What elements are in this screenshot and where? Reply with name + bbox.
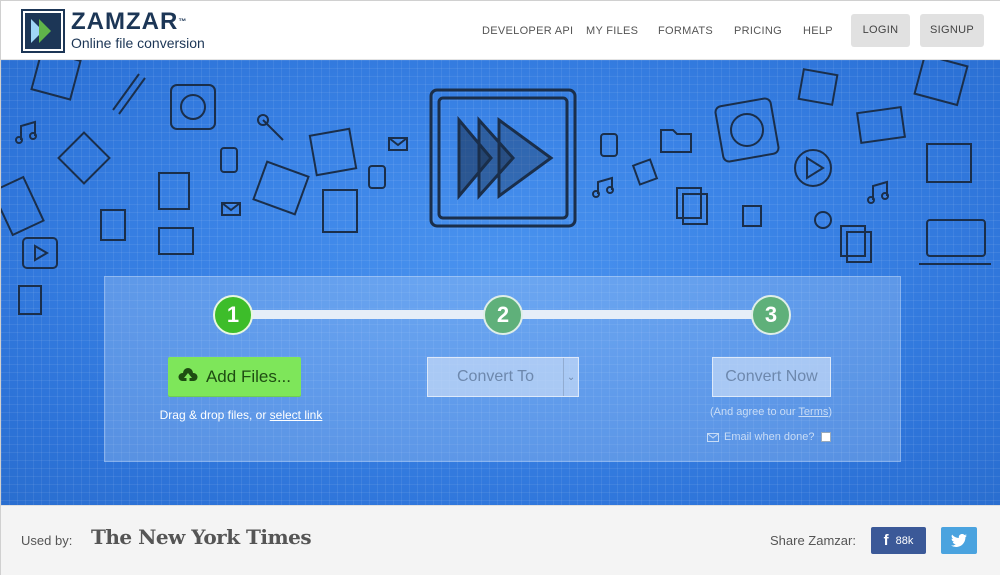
terms-link[interactable]: Terms <box>798 406 828 418</box>
nyt-logo: The New York Times <box>91 525 312 549</box>
email-when-done-checkbox[interactable] <box>820 432 831 442</box>
nav-help[interactable]: HELP <box>803 25 833 37</box>
copy-icon-right <box>676 187 708 225</box>
laptop-icon-right <box>919 219 991 265</box>
film-strip-icon <box>252 160 310 216</box>
copy-icon-right-2 <box>840 225 872 263</box>
facebook-icon: f <box>883 532 889 549</box>
wrench-icon <box>257 114 284 141</box>
footer: Used by: The New York Times Share Zamzar… <box>1 505 1000 575</box>
envelope-icon-left <box>388 137 408 151</box>
used-by-label: Used by: <box>21 533 73 548</box>
refresh-tile-icon-right <box>714 97 780 163</box>
logo-tagline: Online file conversion <box>71 35 205 51</box>
header: ZAMZAR™ Online file conversion DEVELOPER… <box>1 1 1000 60</box>
image-monitor-icon-right <box>926 143 972 183</box>
image-file-icon-left <box>322 189 358 233</box>
step-3-indicator: 3 <box>751 295 791 335</box>
music-note-icon-right-2 <box>867 180 889 204</box>
chevron-down-icon[interactable]: ⌄ <box>563 358 578 396</box>
jpg-file-icon <box>30 60 82 101</box>
zamzar-logo-icon <box>21 9 65 53</box>
image-tile-icon-right <box>797 68 839 106</box>
email-when-done-label: Email when done? <box>724 431 815 443</box>
facebook-share-count: 88k <box>895 534 914 547</box>
signup-button[interactable]: SIGNUP <box>920 14 984 47</box>
zamzar-logo[interactable]: ZAMZAR™ Online file conversion <box>21 9 205 53</box>
video-tile-icon <box>308 127 358 177</box>
ai-file-icon <box>913 60 969 107</box>
play-diamond-icon <box>57 131 111 185</box>
video-strip-icon-right <box>855 105 907 145</box>
email-when-done-row: Email when done? <box>707 431 831 443</box>
envelope-icon <box>707 432 719 442</box>
nav-developer-api[interactable]: DEVELOPER API <box>482 25 573 37</box>
facebook-share-button[interactable]: f 88k <box>871 527 926 554</box>
login-button[interactable]: LOGIN <box>851 14 910 47</box>
nav-my-files[interactable]: MY FILES <box>586 25 638 37</box>
pencil-icon <box>112 73 146 115</box>
document-icon-left <box>158 172 190 210</box>
logo-name: ZAMZAR™ <box>71 8 188 35</box>
music-note-icon-right <box>592 176 614 198</box>
music-note-icon-left <box>15 120 37 144</box>
step-1-indicator: 1 <box>213 295 253 335</box>
center-fast-forward-icon <box>429 88 577 228</box>
folder-icon-right <box>660 129 692 153</box>
image-icon-left <box>158 227 194 255</box>
upload-cloud-icon <box>178 368 198 384</box>
share-label: Share Zamzar: <box>770 533 856 548</box>
drop-hint: Drag & drop files, or select link <box>159 408 323 422</box>
twitter-share-button[interactable] <box>941 527 977 554</box>
add-files-label: Add Files... <box>205 367 292 386</box>
convert-to-dropdown[interactable]: Convert To ⌄ <box>427 357 579 397</box>
phone-icon <box>220 147 238 173</box>
twitter-bird-icon <box>951 534 967 547</box>
hero-section: 1 2 3 Add Files... Drag & drop files, or… <box>1 60 1000 505</box>
step-2-indicator: 2 <box>483 295 523 335</box>
mobile-file-icon-left <box>18 285 42 315</box>
phone-icon-2 <box>368 165 386 189</box>
convert-to-label: Convert To <box>457 368 535 385</box>
settings-icon-right <box>814 211 832 229</box>
select-link[interactable]: select link <box>270 408 323 422</box>
tablet-icon-left <box>1 175 45 237</box>
file-icon-right-small <box>631 158 659 186</box>
play-circle-icon-left <box>22 237 58 269</box>
document-icon-left-2 <box>100 209 126 241</box>
nav-pricing[interactable]: PRICING <box>734 25 782 37</box>
terms-agreement: (And agree to our Terms) <box>709 406 833 418</box>
play-circle-icon-right <box>794 149 832 187</box>
file-icon-right-2 <box>742 205 762 227</box>
refresh-tile-icon <box>170 84 216 130</box>
phone-icon-right <box>600 133 618 157</box>
convert-now-button[interactable]: Convert Now <box>712 357 831 397</box>
envelope-icon-left-2 <box>221 202 241 216</box>
nav-formats[interactable]: FORMATS <box>658 25 713 37</box>
add-files-button[interactable]: Add Files... <box>168 357 301 397</box>
